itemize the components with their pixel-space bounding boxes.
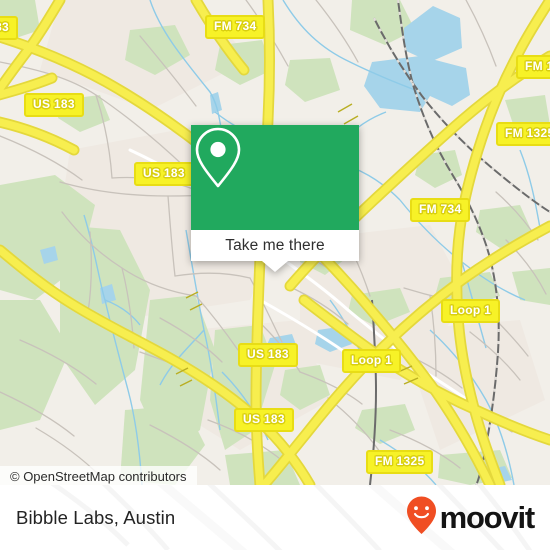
road-shield-us183-south[interactable]: US 183: [238, 343, 298, 367]
moovit-logo[interactable]: moovit: [405, 495, 536, 540]
road-shield-us183-mid[interactable]: US 183: [134, 162, 194, 186]
take-me-there-label: Take me there: [225, 236, 325, 254]
moovit-wordmark: moovit: [439, 500, 536, 535]
road-shield-us183-west[interactable]: US 183: [24, 93, 84, 117]
road-shield-loop1-east[interactable]: Loop 1: [441, 299, 501, 323]
popup-pointer: [262, 261, 288, 272]
popup-header: [191, 125, 359, 230]
location-popup[interactable]: Take me there: [191, 125, 359, 272]
road-shield-fm1325-south[interactable]: FM 1325: [366, 450, 434, 474]
osm-attribution[interactable]: © OpenStreetMap contributors: [0, 466, 197, 485]
bottom-info-bar: Bibble Labs, Austin moovit: [0, 485, 550, 550]
road-shield-us183-nw[interactable]: 83: [0, 16, 18, 40]
road-shield-loop1-mid[interactable]: Loop 1: [342, 349, 402, 373]
map-canvas[interactable]: 83 FM 734 FM 1 US 183 FM 1325 US 183 FM …: [0, 0, 550, 485]
road-shield-fm1-east[interactable]: FM 1: [516, 55, 550, 79]
place-name-label: Bibble Labs, Austin: [16, 506, 176, 528]
road-shield-fm734-north[interactable]: FM 734: [205, 15, 266, 39]
road-shield-fm1325-east[interactable]: FM 1325: [496, 122, 550, 146]
road-shield-us183-lower[interactable]: US 183: [234, 408, 294, 432]
moovit-map-screen: 83 FM 734 FM 1 US 183 FM 1325 US 183 FM …: [0, 0, 550, 550]
popup-action-bar[interactable]: Take me there: [191, 230, 359, 272]
moovit-pin-icon: [405, 495, 438, 540]
road-shield-fm734-east[interactable]: FM 734: [410, 198, 471, 222]
